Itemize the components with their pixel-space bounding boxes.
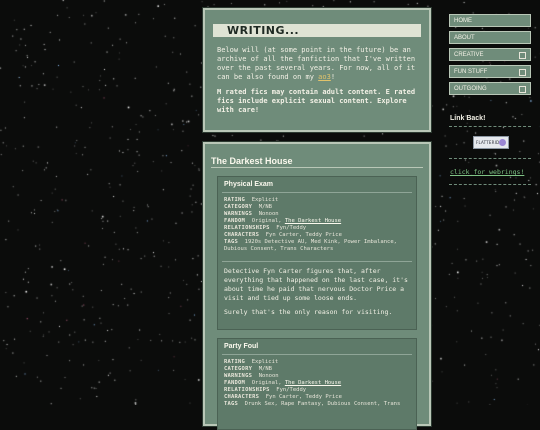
link-back-heading: Link Back! (450, 115, 486, 122)
card-divider (222, 261, 412, 262)
sidebar-divider (449, 184, 531, 185)
nav-item-home[interactable]: HOME (449, 14, 531, 27)
intro-text: Below will (at some point in the future)… (217, 46, 417, 121)
sidebar-divider (449, 158, 531, 159)
fandom-link[interactable]: The Darkest House (285, 218, 341, 224)
expand-box-icon[interactable] (519, 86, 526, 93)
rating-value: Explicit (251, 359, 279, 365)
tags-value: Drunk Sex, Rape Fantasy, Dubious Consent… (244, 401, 401, 407)
ao3-link[interactable]: ao3 (318, 73, 331, 81)
sidebar-divider (449, 126, 531, 127)
section-title: The Darkest House (211, 156, 293, 166)
summary-paragraph: Surely that's the only reason for visiti… (224, 308, 393, 316)
nav-label: HOME (454, 18, 472, 24)
fic-summary: Detective Fyn Carter figures that, after… (224, 267, 410, 317)
fic-meta: RATING Explicit CATEGORY M/NB WARNINGS N… (224, 197, 397, 252)
darkest-house-panel: The Darkest House Physical Exam RATING E… (203, 142, 431, 430)
link-back-button[interactable]: FLATTERIDEN (473, 136, 509, 149)
nav-item-about[interactable]: ABOUT (449, 31, 531, 44)
nav-label: OUTGOING (454, 86, 487, 92)
page-title: WRITING... (213, 24, 421, 37)
fic-meta: RATING Explicit CATEGORY M/NB WARNINGS N… (224, 359, 401, 407)
nav-item-creative[interactable]: CREATIVE (449, 48, 531, 61)
summary-paragraph: Detective Fyn Carter figures that, after… (224, 267, 408, 302)
warnings-value: Nonoon (258, 373, 279, 379)
writing-panel: WRITING... Below will (at some point in … (203, 8, 431, 132)
fic-card: Physical Exam RATING Explicit CATEGORY M… (217, 176, 417, 330)
expand-box-icon[interactable] (519, 69, 526, 76)
fic-card: Party Foul RATING Explicit CATEGORY M/NB… (217, 338, 417, 430)
nav-label: CREATIVE (454, 52, 484, 58)
content-warning: M rated fics may contain adult content. … (217, 88, 416, 114)
nav-item-fun-stuff[interactable]: FUN STUFF (449, 65, 531, 78)
expand-box-icon[interactable] (519, 52, 526, 59)
nav-item-outgoing[interactable]: OUTGOING (449, 82, 531, 95)
card-divider (222, 354, 412, 355)
section-divider (211, 167, 423, 168)
tags-value: 1920s Detective AU, Med Kink, Power Imba… (224, 239, 397, 252)
moon-icon (499, 139, 506, 146)
webrings-link[interactable]: click for webrings! (450, 168, 524, 176)
characters-value: Fyn Carter, Teddy Price (265, 232, 342, 238)
rating-value: Explicit (251, 197, 279, 203)
relationships-value: Fyn/Teddy (276, 387, 307, 393)
fandom-link[interactable]: The Darkest House (285, 380, 341, 386)
category-value: M/NB (258, 366, 272, 372)
relationships-value: Fyn/Teddy (276, 225, 307, 231)
warnings-value: Nonoon (258, 211, 279, 217)
card-divider (222, 192, 412, 193)
fic-title[interactable]: Party Foul (224, 343, 258, 350)
nav-label: FUN STUFF (454, 69, 488, 75)
category-value: M/NB (258, 204, 272, 210)
characters-value: Fyn Carter, Teddy Price (265, 394, 342, 400)
nav-label: ABOUT (454, 35, 475, 41)
fic-title[interactable]: Physical Exam (224, 181, 273, 188)
intro-paragraph: Below will (at some point in the future)… (217, 46, 416, 81)
